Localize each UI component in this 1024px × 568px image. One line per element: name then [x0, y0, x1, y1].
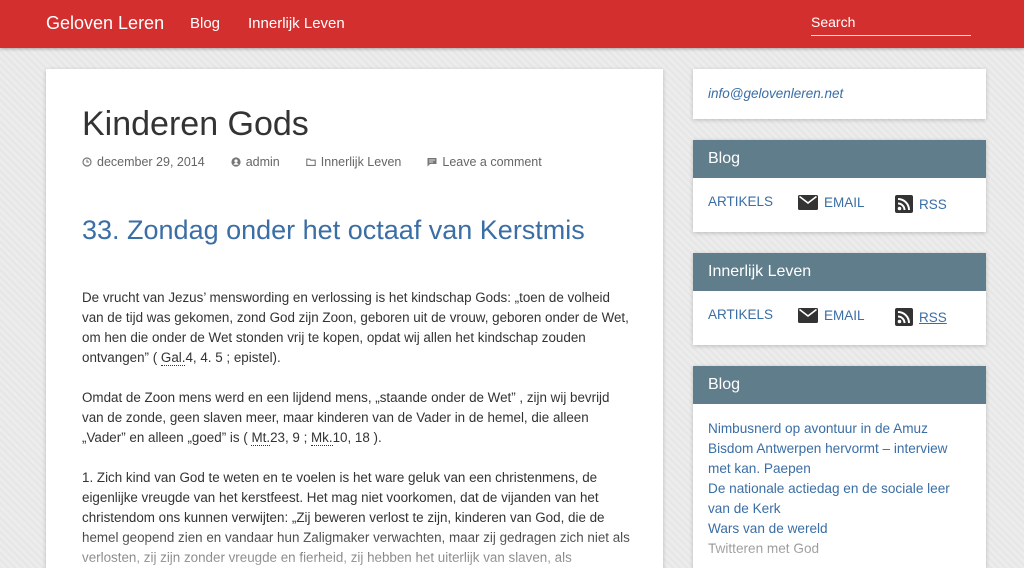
bible-ref-link[interactable]: Mt.: [251, 430, 271, 446]
paragraph: De vrucht van Jezus’ menswording en verl…: [82, 290, 629, 366]
nav-blog-link[interactable]: Blog: [190, 15, 220, 32]
list-item: Nimbusnerd op avontuur in de Amuz: [708, 419, 971, 439]
innerlijk-leven-feed-widget: Innerlijk Leven ARTIKELS EMAIL RSS: [693, 253, 986, 345]
post-author-link[interactable]: admin: [246, 155, 280, 169]
envelope-icon: [798, 195, 818, 210]
site-brand-link[interactable]: Geloven Leren: [46, 13, 164, 34]
recent-post-link[interactable]: Nimbusnerd op avontuur in de Amuz: [708, 421, 928, 436]
articles-feed-link[interactable]: ARTIKELS: [708, 194, 773, 209]
blog-feed-widget: Blog ARTIKELS EMAIL RSS: [693, 140, 986, 232]
article-body: De vrucht van Jezus’ menswording en verl…: [82, 288, 632, 568]
feed-links: ARTIKELS EMAIL RSS: [693, 291, 986, 345]
articles-feed-link[interactable]: ARTIKELS: [708, 307, 773, 322]
content-fade: [46, 529, 663, 568]
feed-links: ARTIKELS EMAIL RSS: [693, 178, 986, 232]
bible-ref-link[interactable]: Gal.: [160, 350, 186, 366]
rss-icon: [895, 195, 913, 213]
post-category: Innerlijk Leven: [306, 155, 402, 169]
recent-posts-widget: Blog Nimbusnerd op avontuur in de Amuz B…: [693, 366, 986, 568]
sidebar-fade: [693, 546, 986, 568]
post-author: admin: [231, 155, 280, 169]
rss-feed-link[interactable]: RSS: [895, 308, 947, 326]
clock-icon: [82, 157, 92, 167]
widget-title: Blog: [693, 140, 986, 178]
email-feed-link[interactable]: EMAIL: [798, 195, 865, 210]
search-input[interactable]: [811, 12, 971, 36]
post-date: december 29, 2014: [82, 155, 205, 169]
post-comments: Leave a comment: [427, 155, 542, 169]
widget-title: Blog: [693, 366, 986, 404]
contact-widget: info@gelovenleren.net: [693, 69, 986, 119]
bible-ref-link[interactable]: Mk.: [311, 430, 333, 446]
recent-post-link[interactable]: Bisdom Antwerpen hervormt – interview me…: [708, 441, 948, 476]
post-meta: december 29, 2014 admin Innerlijk Leven …: [82, 155, 568, 169]
recent-post-link[interactable]: Wars van de wereld: [708, 521, 828, 536]
article-heading: 33. Zondag onder het octaaf van Kerstmis: [82, 215, 585, 245]
email-feed-link[interactable]: EMAIL: [798, 308, 865, 323]
top-navbar: Geloven Leren Blog Innerlijk Leven: [0, 0, 1024, 48]
paragraph: Omdat de Zoon mens werd en een lijdend m…: [82, 390, 610, 446]
rss-icon: [895, 308, 913, 326]
list-item: Wars van de wereld: [708, 519, 971, 539]
contact-email-link[interactable]: info@gelovenleren.net: [708, 86, 843, 101]
recent-post-link[interactable]: De nationale actiedag en de sociale leer…: [708, 481, 950, 516]
folder-icon: [306, 158, 316, 166]
post-date-link[interactable]: december 29, 2014: [97, 155, 205, 169]
comment-icon: [427, 158, 437, 167]
leave-comment-link[interactable]: Leave a comment: [442, 155, 541, 169]
widget-title: Innerlijk Leven: [693, 253, 986, 291]
list-item: Bisdom Antwerpen hervormt – interview me…: [708, 439, 971, 479]
envelope-icon: [798, 308, 818, 323]
article-card: Kinderen Gods december 29, 2014 admin In…: [46, 69, 663, 568]
rss-feed-link[interactable]: RSS: [895, 195, 947, 213]
post-title: Kinderen Gods: [82, 105, 309, 143]
nav-innerlijk-leven-link[interactable]: Innerlijk Leven: [248, 15, 345, 32]
list-item: De nationale actiedag en de sociale leer…: [708, 479, 971, 519]
post-category-link[interactable]: Innerlijk Leven: [321, 155, 402, 169]
user-icon: [231, 157, 241, 167]
recent-posts-list: Nimbusnerd op avontuur in de Amuz Bisdom…: [693, 404, 986, 559]
